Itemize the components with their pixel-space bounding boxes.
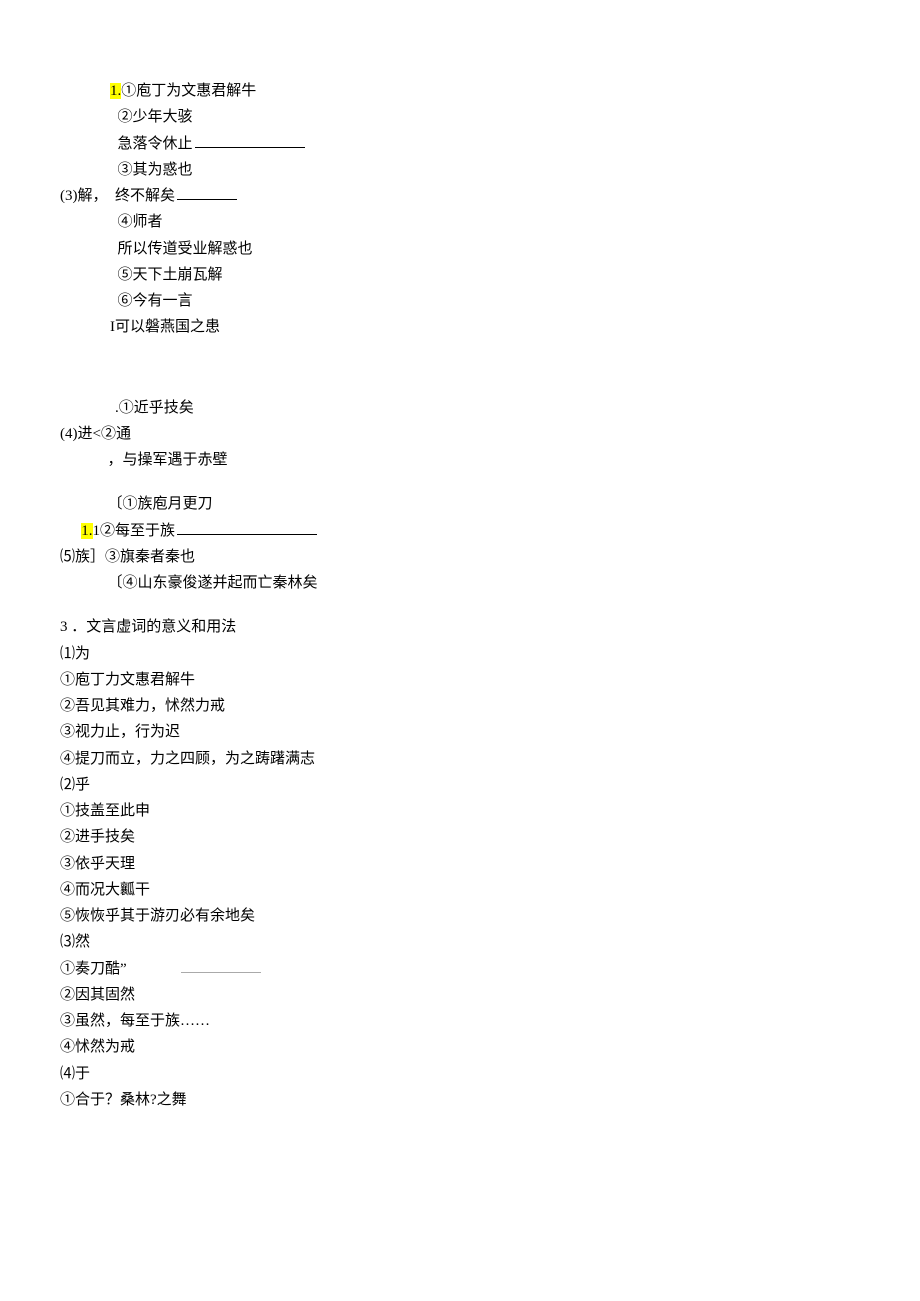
group-4-label: ⑷于 — [60, 1061, 860, 1087]
line-4-2: ，与操军遇于赤壁 — [60, 447, 860, 473]
item-1-2: ②吾见其难力，怵然力戒 — [60, 693, 860, 719]
item-2-1: ①技盖至此申 — [60, 798, 860, 824]
text-3-1: ①庖丁为文惠君解牛 — [121, 83, 256, 99]
heading-3: 3 ．文言虚词的意义和用法 — [60, 614, 860, 640]
item-1-1: ①庖丁力文惠君解牛 — [60, 667, 860, 693]
label-5: ⑸族］ — [60, 549, 105, 565]
item-1-3: ③视力止，行为迟 — [60, 719, 860, 745]
line-3-6: ④师者 — [60, 209, 860, 235]
line-4-label: (4)进<②通 — [60, 421, 860, 447]
line-3-8: ⑤天下土崩瓦解 — [60, 262, 860, 288]
line-3-7: 所以传道受业解惑也 — [60, 236, 860, 262]
item-2-3: ③依乎天理 — [60, 851, 860, 877]
line-4-1: .①近乎技矣 — [60, 395, 860, 421]
highlight-1: 1. — [110, 83, 121, 99]
label-3: (3)解， — [60, 188, 108, 204]
group-3-label: ⑶然 — [60, 929, 860, 955]
highlight-2: 1. — [81, 523, 92, 539]
item-3-4: ④怵然为戒 — [60, 1034, 860, 1060]
line-5-4: 〔④山东豪俊遂并起而亡秦林矣 — [60, 570, 860, 596]
line-5-2: 1.1②每至于族 — [60, 518, 860, 544]
blank-3-5[interactable] — [177, 186, 237, 201]
block-3-jie: 1.①庖丁为文惠君解牛 ②少年大骇 急落令休止 ③其为惑也 (3)解， 终不解矣… — [60, 78, 860, 341]
line-3-2: ②少年大骇 — [60, 104, 860, 130]
line-3-5: (3)解， 终不解矣 — [60, 183, 860, 209]
item-2-4: ④而况大瓤干 — [60, 877, 860, 903]
item-3-1: ①奏刀酷” — [60, 956, 860, 982]
item-1-4: ④提刀而立，力之四顾，为之踌躇满志 — [60, 746, 860, 772]
blank-ran-1[interactable] — [181, 958, 261, 973]
item-4-1: ①合于？桑林?之舞 — [60, 1087, 860, 1113]
line-5-3: ⑸族］③旗秦者秦也 — [60, 544, 860, 570]
block-5-zu: 〔①族庖月更刀 1.1②每至于族 ⑸族］③旗秦者秦也 〔④山东豪俊遂并起而亡秦林… — [60, 491, 860, 596]
line-3-4: ③其为惑也 — [60, 157, 860, 183]
line-3-3: 急落令休止 — [60, 131, 860, 157]
line-5-1: 〔①族庖月更刀 — [60, 491, 860, 517]
group-2-label: ⑵乎 — [60, 772, 860, 798]
blank-3-3[interactable] — [195, 133, 305, 148]
blank-5-2[interactable] — [177, 520, 317, 535]
section-3-xuci: 3 ．文言虚词的意义和用法 ⑴为 ①庖丁力文惠君解牛 ②吾见其难力，怵然力戒 ③… — [60, 614, 860, 1113]
item-3-3: ③虽然，每至于族…… — [60, 1008, 860, 1034]
item-2-2: ②进手技矣 — [60, 824, 860, 850]
item-2-5: ⑤恢恢乎其于游刃必有余地矣 — [60, 903, 860, 929]
line-3-9: ⑥今有一言 — [60, 288, 860, 314]
line-3-1: 1.①庖丁为文惠君解牛 — [60, 78, 860, 104]
line-3-10: I可以磐燕国之患 — [60, 314, 860, 340]
block-4-jin: .①近乎技矣 (4)进<②通 ，与操军遇于赤壁 — [60, 395, 860, 474]
group-1-label: ⑴为 — [60, 641, 860, 667]
item-3-2: ②因其固然 — [60, 982, 860, 1008]
